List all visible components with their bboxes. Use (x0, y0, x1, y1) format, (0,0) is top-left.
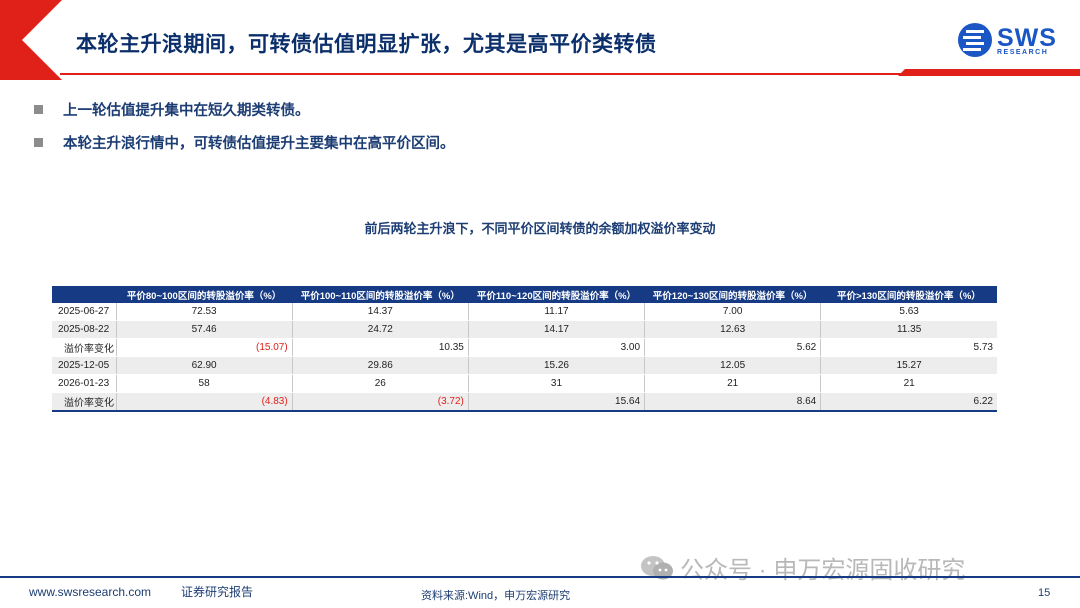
table-cell: 3.00 (467, 338, 645, 357)
table-cell: 57.46 (115, 320, 293, 339)
table-cell: 15.26 (467, 356, 645, 375)
header-col: 平价110~120区间的转股溢价率（%） (468, 286, 645, 303)
table-row-change: 溢价率变化 (15.07) 10.35 3.00 5.62 5.73 (52, 338, 997, 357)
table-cell: (3.72) (291, 392, 469, 412)
table-cell: 24.72 (291, 320, 469, 339)
table-cell: 31 (467, 374, 645, 393)
row-label: 2026-01-23 (52, 374, 116, 393)
table-cell: 12.63 (644, 320, 821, 339)
watermark-text: 公众号 · 申万宏源固收研究 (680, 557, 966, 584)
sws-logo-mark-icon (958, 23, 992, 57)
row-label: 溢价率变化 (52, 338, 116, 357)
footer-divider (0, 576, 1080, 578)
table-cell: 29.86 (291, 356, 469, 375)
bullet-2-text: 本轮主升浪行情中，可转债估值提升主要集中在高平价区间。 (63, 136, 455, 152)
table-cell: 6.22 (820, 392, 997, 412)
header-col: 平价100~110区间的转股溢价率（%） (292, 286, 469, 303)
table-cell: 21 (644, 374, 821, 393)
page-number: 15 (1038, 587, 1051, 599)
footer-report-type: 证券研究报告 (181, 585, 254, 599)
table-cell: 11.35 (820, 320, 997, 339)
footer-source: 资料来源:Wind，申万宏源研究 (421, 590, 571, 602)
table-cell: 62.90 (115, 356, 293, 375)
table-header-row: 平价80~100区间的转股溢价率（%） 平价100~110区间的转股溢价率（%）… (52, 286, 997, 303)
table-cell: 58 (115, 374, 293, 393)
footer-url-link[interactable]: www.swsresearch.com (29, 585, 151, 599)
row-label: 2025-06-27 (52, 303, 116, 321)
row-label: 2025-12-05 (52, 356, 116, 375)
header-blank (52, 286, 116, 303)
table-title: 前后两轮主升浪下，不同平价区间转债的余额加权溢价率变动 (364, 221, 716, 236)
table-cell: 12.05 (644, 356, 821, 375)
bullet-square-icon (34, 105, 43, 114)
table-row: 2025-06-27 72.53 14.37 11.17 7.00 5.63 (52, 303, 997, 321)
premium-rate-table: 平价80~100区间的转股溢价率（%） 平价100~110区间的转股溢价率（%）… (52, 286, 997, 412)
bullet-2: 本轮主升浪行情中，可转债估值提升主要集中在高平价区间。 (34, 132, 455, 153)
row-label: 溢价率变化 (52, 392, 116, 412)
table-cell: 8.64 (644, 392, 821, 412)
table-cell: 14.37 (291, 303, 469, 321)
table-cell: 11.17 (467, 303, 645, 321)
table-cell: 26 (291, 374, 469, 393)
sws-logo: SWS RESEARCH (957, 22, 1057, 60)
table-row-change: 溢价率变化 (4.83) (3.72) 15.64 8.64 6.22 (52, 392, 997, 412)
table-row: 2025-12-05 62.90 29.86 15.26 12.05 15.27 (52, 356, 997, 375)
table-cell: 15.64 (467, 392, 645, 412)
table-cell: 5.62 (644, 338, 821, 357)
header-col: 平价>130区间的转股溢价率（%） (820, 286, 997, 303)
watermark: 公众号 · 申万宏源固收研究 (640, 550, 965, 585)
table-row: 2025-08-22 57.46 24.72 14.17 12.63 11.35 (52, 320, 997, 339)
table-cell: 21 (820, 374, 997, 393)
page-title: 本轮主升浪期间，可转债估值明显扩张，尤其是高平价类转债 (76, 33, 657, 56)
header-col: 平价80~100区间的转股溢价率（%） (116, 286, 293, 303)
table-row: 2026-01-23 58 26 31 21 21 (52, 374, 997, 393)
table-cell: 5.63 (820, 303, 997, 321)
header-col: 平价120~130区间的转股溢价率（%） (644, 286, 821, 303)
table-cell: 15.27 (820, 356, 997, 375)
bullet-square-icon (34, 138, 43, 147)
table-cell: 72.53 (115, 303, 293, 321)
logo-subtext: RESEARCH (997, 49, 1049, 56)
table-cell: (4.83) (115, 392, 293, 412)
bullet-1-text: 上一轮估值提升集中在短久期类转债。 (63, 103, 310, 119)
bullet-1: 上一轮估值提升集中在短久期类转债。 (34, 99, 310, 120)
table-cell: (15.07) (115, 338, 293, 357)
table-cell: 7.00 (644, 303, 821, 321)
table-cell: 10.35 (291, 338, 469, 357)
row-label: 2025-08-22 (52, 320, 116, 339)
table-cell: 5.73 (820, 338, 997, 357)
table-cell: 14.17 (467, 320, 645, 339)
